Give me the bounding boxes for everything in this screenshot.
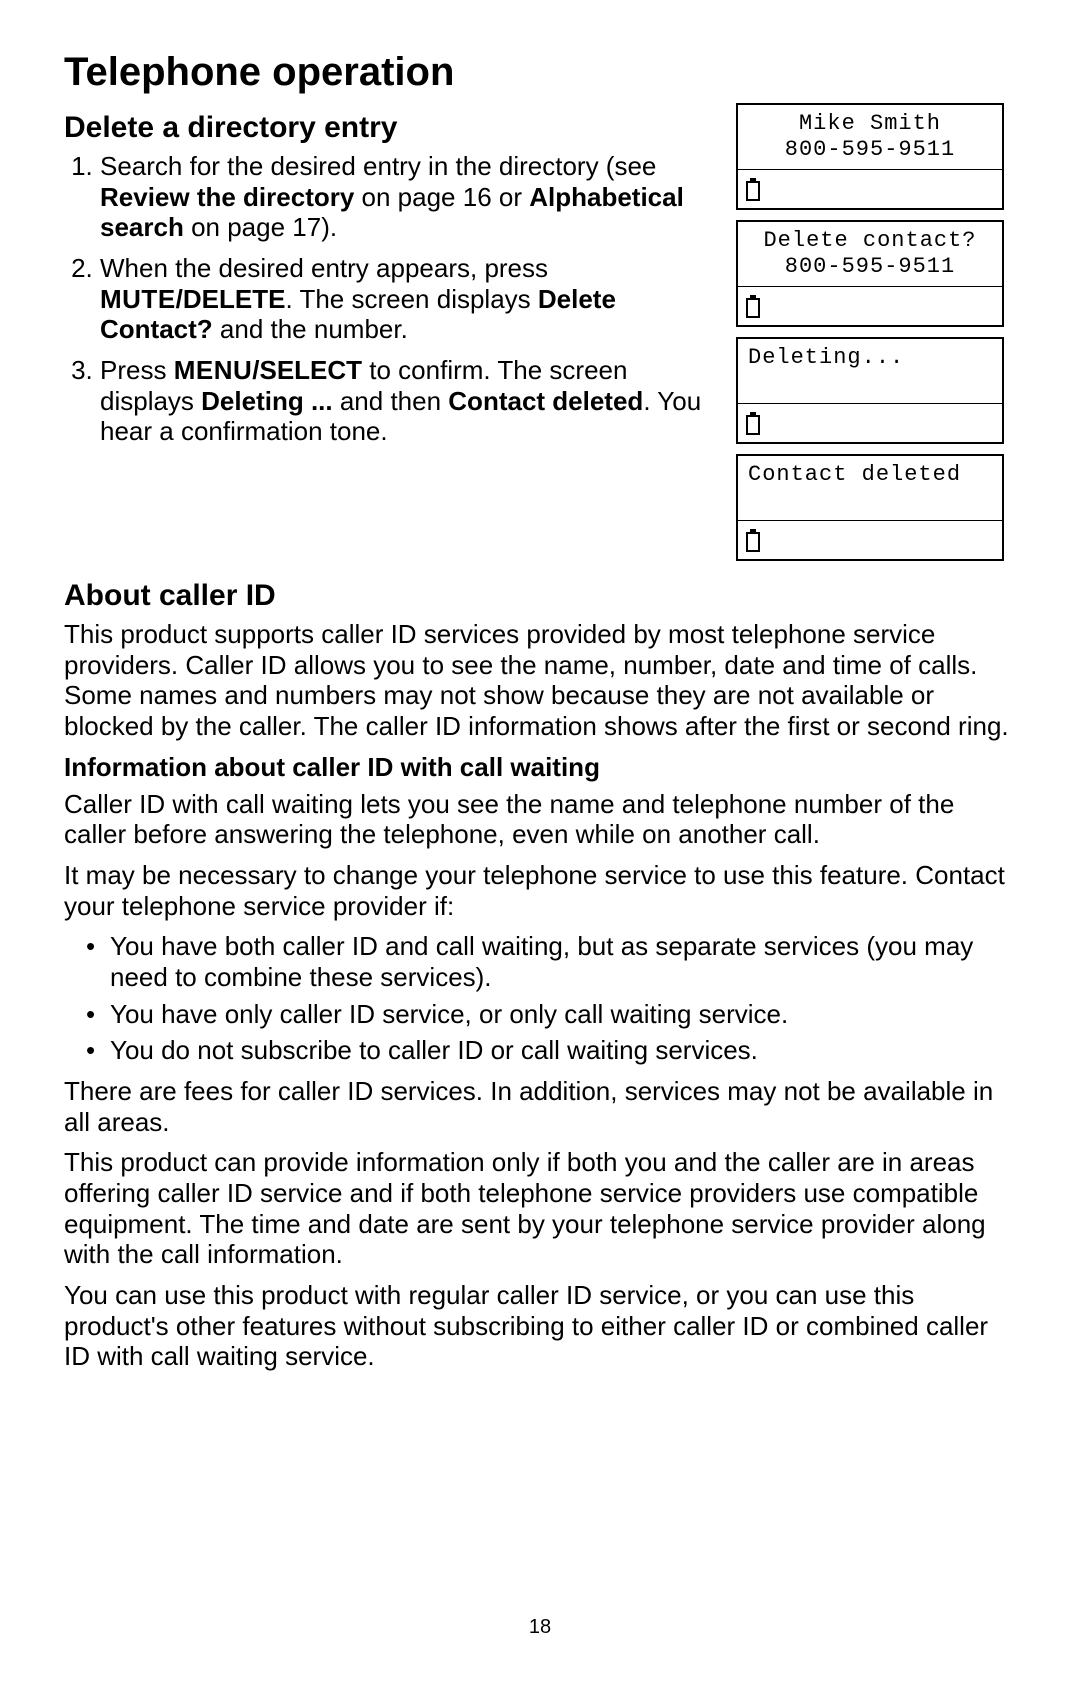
battery-icon [746, 412, 760, 434]
top-row: Delete a directory entry Search for the … [64, 103, 1016, 571]
about-p3: It may be necessary to change your telep… [64, 860, 1016, 921]
step1-bold1: Review the directory [100, 182, 354, 212]
section-heading-delete: Delete a directory entry [64, 111, 716, 145]
battery-icon [746, 529, 760, 551]
step3-pre: Press [100, 355, 174, 385]
step2-post: and the number. [213, 314, 408, 344]
lcd-text-2: Delete contact? 800-595-9511 [738, 222, 1002, 286]
lcd-icon-row-2 [738, 286, 1002, 325]
lcd-text-3: Deleting... [738, 339, 1002, 403]
about-p1: This product supports caller ID services… [64, 619, 1016, 742]
page-number: 18 [0, 1616, 1080, 1639]
section-heading-about: About caller ID [64, 579, 1016, 613]
step2-mid: . The screen displays [285, 284, 537, 314]
bullet-1: You have both caller ID and call waiting… [86, 931, 1016, 992]
lcd1-line1: Mike Smith [742, 111, 998, 137]
delete-directory-section: Delete a directory entry Search for the … [64, 103, 736, 457]
lcd-icon-row-4 [738, 520, 1002, 559]
step1-mid: on page 16 or [354, 182, 529, 212]
step3-mid2: and then [333, 386, 449, 416]
about-p4: There are fees for caller ID services. I… [64, 1076, 1016, 1137]
step3-smallcaps: MENU [174, 355, 253, 385]
step1-post: on page 17). [184, 212, 337, 242]
lcd3-line1: Deleting... [748, 345, 998, 371]
sub-heading-callwaiting: Information about caller ID with call wa… [64, 752, 1016, 783]
delete-steps-list: Search for the desired entry in the dire… [64, 151, 716, 447]
lcd-text-4: Contact deleted [738, 456, 1002, 520]
about-p6: You can use this product with regular ca… [64, 1280, 1016, 1372]
page-title: Telephone operation [64, 50, 1016, 95]
lcd4-line1: Contact deleted [748, 462, 998, 488]
bullet-3: You do not subscribe to caller ID or cal… [86, 1035, 1016, 1066]
step-3: Press MENU/SELECT to confirm. The screen… [100, 355, 716, 447]
manual-page: Telephone operation Delete a directory e… [0, 0, 1080, 1695]
bullet-list: You have both caller ID and call waiting… [64, 931, 1016, 1066]
step2-bold1: /DELETE [176, 284, 286, 314]
lcd-screen-4: Contact deleted [736, 454, 1004, 561]
lcd2-line2: 800-595-9511 [742, 254, 998, 280]
lcd-icon-row-1 [738, 169, 1002, 208]
step3-bold3: Contact deleted [448, 386, 643, 416]
step3-bold2: Deleting ... [201, 386, 332, 416]
step3-bold1: /SELECT [252, 355, 362, 385]
step1-text: Search for the desired entry in the dire… [100, 151, 656, 181]
step2-pre: When the desired entry appears, press [100, 253, 548, 283]
battery-icon [746, 178, 760, 200]
bullet-2: You have only caller ID service, or only… [86, 999, 1016, 1030]
lcd2-line1: Delete contact? [742, 228, 998, 254]
about-p5: This product can provide information onl… [64, 1147, 1016, 1270]
lcd-screen-2: Delete contact? 800-595-9511 [736, 220, 1004, 327]
lcd3-line2 [748, 371, 998, 397]
step-2: When the desired entry appears, press MU… [100, 253, 716, 345]
lcd-icon-row-3 [738, 403, 1002, 442]
lcd4-line2 [748, 488, 998, 514]
step-1: Search for the desired entry in the dire… [100, 151, 716, 243]
step2-smallcaps: MUTE [100, 284, 176, 314]
lcd-screen-3: Deleting... [736, 337, 1004, 444]
lcd-screen-1: Mike Smith 800-595-9511 [736, 103, 1004, 210]
lcd1-line2: 800-595-9511 [742, 137, 998, 163]
about-p2: Caller ID with call waiting lets you see… [64, 789, 1016, 850]
lcd-text-1: Mike Smith 800-595-9511 [738, 105, 1002, 169]
lcd-screens-column: Mike Smith 800-595-9511 Delete contact? … [736, 103, 1016, 571]
battery-icon [746, 295, 760, 317]
